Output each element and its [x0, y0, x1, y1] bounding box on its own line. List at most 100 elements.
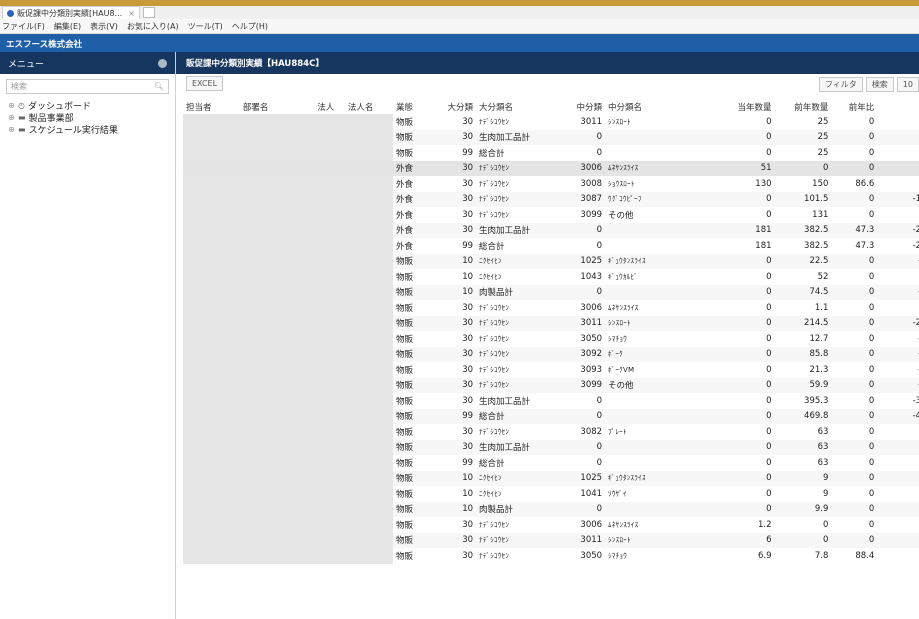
table-row[interactable]: 物販30ﾅﾃﾞｼｺｳｾﾝ3011ｼﾝｽﾛｰﾄ0214.50-214.5: [183, 315, 919, 331]
table-cell: ﾆｸｾｲﾋﾝ: [479, 272, 502, 281]
table-cell: ｳｸﾞｺｳﾋﾟｰﾌ: [605, 191, 709, 207]
menu-view[interactable]: 表示(V): [90, 21, 118, 32]
menu-file[interactable]: ファイル(F): [2, 21, 45, 32]
empty-cell: [314, 222, 345, 238]
col-header-corp-name[interactable]: 法人名: [345, 100, 393, 114]
col-header-yoy[interactable]: 前年比: [831, 100, 877, 114]
table-cell: 3092: [565, 346, 606, 362]
table-row[interactable]: 物販30生肉加工品計00250-25: [183, 129, 919, 145]
table-row[interactable]: 物販30ﾅﾃﾞｼｺｳｾﾝ3050ｼﾏﾁｮｳ012.70-12.7: [183, 331, 919, 347]
table-cell: 30: [462, 364, 474, 375]
table-cell: その他: [605, 377, 709, 393]
table-cell: -25: [877, 129, 919, 145]
browser-tab[interactable]: 販促課中分類別実績[HAU8... ×: [2, 6, 140, 19]
col-header-diff[interactable]: 増減: [877, 100, 919, 114]
table-row[interactable]: 物販 30 ﾅﾃﾞｼｺｳｾﾝ 3050 ｼﾏﾁｮｳ 6.9 7.8 88.4-.9: [183, 548, 919, 564]
table-row[interactable]: 物販30ﾅﾃﾞｼｺｳｾﾝ3006ﾑﾈｻﾝｽﾗｲｽ01.10-1.1: [183, 300, 919, 316]
new-tab-button[interactable]: [142, 7, 155, 18]
table-row[interactable]: 物販30ﾅﾃﾞｼｺｳｾﾝ3092ﾎﾞｰｸ085.80-85.8: [183, 346, 919, 362]
empty-cell: [239, 160, 315, 176]
search-button[interactable]: 検索: [865, 77, 894, 92]
expand-icon[interactable]: ⊕: [8, 101, 15, 110]
close-tab-icon[interactable]: ×: [128, 9, 135, 18]
table-row[interactable]: 物販10ﾆｸｾｲﾋﾝ1025ｷﾞｭｳﾀﾝｽﾗｲｽ090-9: [183, 470, 919, 486]
table-cell: ｼﾝｽﾛｰﾄ: [608, 117, 631, 126]
table-cell: 0: [868, 364, 875, 375]
table-cell: 0: [868, 488, 875, 499]
page-size-select[interactable]: 10: [896, 77, 919, 92]
table-row[interactable]: 外食 30 ﾅﾃﾞｼｺｳｾﾝ 3008 ｼｮｳｽﾛｰﾄ 130 150 86.6-20: [183, 176, 919, 192]
table-cell: 0: [708, 315, 775, 331]
menu-favorites[interactable]: お気に入り(A): [127, 21, 179, 32]
table-row[interactable]: 物販30ﾅﾃﾞｼｺｳｾﾝ3011ｼﾝｽﾛｰﾄ6006: [183, 532, 919, 548]
table-row[interactable]: 物販 30 生肉加工品計 0 0 395.3 0 -395.3: [183, 393, 919, 409]
table-cell: 外食: [395, 210, 413, 221]
filter-button[interactable]: フィルタ: [818, 77, 863, 92]
table-row[interactable]: 外食30ﾅﾃﾞｼｺｳｾﾝ3087ｳｸﾞｺｳﾋﾟｰﾌ0101.50-101.5: [183, 191, 919, 207]
settings-icon[interactable]: [158, 58, 167, 68]
col-header-corp[interactable]: 法人: [314, 100, 345, 114]
table-cell: 物販: [392, 346, 437, 362]
menu-help[interactable]: ヘルプ(H): [232, 21, 268, 32]
col-header-mid-cat[interactable]: 中分類: [566, 100, 605, 114]
menu-search-input[interactable]: 検索 🔍︎: [6, 79, 169, 94]
empty-cell: [239, 222, 315, 238]
empty-cell: [239, 517, 315, 533]
table-row[interactable]: 物販30ﾅﾃﾞｼｺｳｾﾝ3011ｼﾝｽﾛｰﾄ0250-25: [183, 114, 919, 130]
empty-cell: [344, 253, 393, 269]
table-cell: -469.8: [877, 408, 919, 424]
table-row[interactable]: 物販10ﾆｸｾｲﾋﾝ1043ｷﾞｭｳｶﾙﾋﾞ0520-52: [183, 269, 919, 285]
table-cell: ｷﾞｭｳﾀﾝｽﾗｲｽ: [605, 470, 709, 486]
table-row[interactable]: 物販30ﾅﾃﾞｼｺｳｾﾝ3093ﾎﾞｰｸVM021.30-21.3: [183, 362, 919, 378]
table-row[interactable]: 物販30ﾅﾃﾞｼｺｳｾﾝ3006ﾑﾈｻﾝｽﾗｲｽ1.2001.2: [183, 517, 919, 533]
table-cell: ﾑﾈｻﾝｽﾗｲｽ: [608, 303, 639, 312]
table-cell: ﾑﾈｻﾝｽﾗｲｽ: [608, 520, 639, 529]
table-row[interactable]: 外食30ﾅﾃﾞｼｺｳｾﾝ3099その他01310-131: [183, 207, 919, 223]
table-cell: 0: [708, 408, 775, 424]
col-header-prev-qty[interactable]: 前年数量: [775, 100, 832, 114]
menu-edit[interactable]: 編集(E): [54, 21, 81, 32]
table-row[interactable]: 物販99総合計00630-63: [183, 455, 919, 471]
table-row[interactable]: 物販30生肉加工品計00630-63: [183, 439, 919, 455]
table-row[interactable]: 物販30ﾅﾃﾞｼｺｳｾﾝ3082ﾌﾟﾚｰﾄ0630-63: [183, 424, 919, 440]
table-row[interactable]: 物販10ﾆｸｾｲﾋﾝ1025ｷﾞｭｳﾀﾝｽﾗｲｽ022.50-22.5: [183, 253, 919, 269]
table-cell: 52: [817, 271, 829, 282]
search-icon[interactable]: 🔍︎: [154, 82, 164, 91]
table-cell: 物販: [395, 458, 413, 469]
excel-export-button[interactable]: EXCEL: [186, 76, 224, 91]
table-row[interactable]: 物販30ﾅﾃﾞｼｺｳｾﾝ3099その他059.90-59.9: [183, 377, 919, 393]
expand-icon[interactable]: ⊕: [8, 125, 15, 134]
col-header-major-cat[interactable]: 大分類: [437, 100, 476, 114]
table-row[interactable]: 外食30ﾅﾃﾞｼｺｳｾﾝ3006ﾑﾈｻﾝｽﾗｲｽ510051: [183, 160, 919, 176]
table-row[interactable]: 物販99総合計00469.80-469.8: [183, 408, 919, 424]
col-header-business-type[interactable]: 業態: [393, 100, 437, 114]
table-cell: ﾅﾃﾞｼｺｳｾﾝ: [476, 532, 566, 548]
menu-tools[interactable]: ツール(T): [188, 21, 223, 32]
table-row[interactable]: 物販10肉製品計009.90-9.9: [183, 501, 919, 517]
expand-icon[interactable]: ⊕: [8, 113, 15, 122]
col-header-current-qty[interactable]: 当年数量: [709, 100, 775, 114]
table-cell: ﾆｸｾｲﾋﾝ: [479, 489, 502, 498]
empty-cell: [183, 222, 240, 238]
table-cell: 30: [462, 395, 474, 406]
empty-cell: [183, 176, 240, 192]
table-cell: [605, 408, 709, 424]
empty-cell: [314, 393, 345, 409]
table-cell: 外食: [392, 222, 437, 238]
col-header-dept[interactable]: 部署名: [240, 100, 314, 114]
col-header-rep[interactable]: 担当者: [183, 100, 240, 114]
sidebar-item-product-division[interactable]: ⊕ ▬ 製品事業部: [0, 111, 175, 124]
table-cell: 0: [766, 209, 772, 220]
sidebar-item-dashboard[interactable]: ⊕ ◴ ダッシュボード: [0, 99, 175, 112]
table-row[interactable]: 物販10ﾆｸｾｲﾋﾝ1041ｿｳｻﾞｲ090-9: [183, 486, 919, 502]
table-row[interactable]: 外食30生肉加工品計0 181382.547.3-201.5: [183, 222, 919, 238]
col-header-major-cat-name[interactable]: 大分類名: [476, 100, 566, 114]
table-row[interactable]: 物販10肉製品計0074.50-74.5: [183, 284, 919, 300]
col-header-mid-cat-name[interactable]: 中分類名: [605, 100, 709, 114]
empty-cell: [344, 129, 393, 145]
table-cell: 1025: [565, 470, 606, 486]
sidebar-item-schedule-results[interactable]: ⊕ ▬ スケジュール実行結果: [0, 123, 175, 136]
empty-cell: [314, 176, 345, 192]
table-row[interactable]: 外食 99 総合計 0 181 382.5 47.3 -201.5: [183, 238, 919, 254]
table-row[interactable]: 物販99総合計00250-25: [183, 145, 919, 161]
